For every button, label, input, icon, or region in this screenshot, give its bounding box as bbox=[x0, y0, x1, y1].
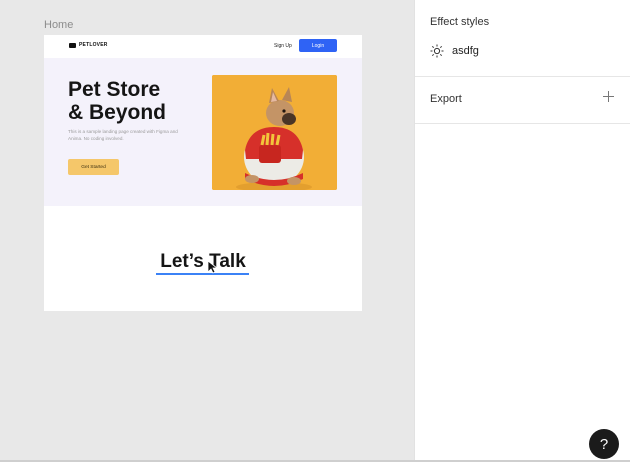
plus-icon[interactable] bbox=[602, 90, 615, 103]
logo[interactable]: PETLOVER bbox=[69, 42, 108, 48]
lets-talk-heading[interactable]: Let’s Talk bbox=[44, 251, 362, 273]
design-canvas[interactable]: Home PETLOVER Sign Up Login Pet Store & … bbox=[0, 0, 414, 462]
home-frame[interactable]: PETLOVER Sign Up Login Pet Store & Beyon… bbox=[44, 35, 362, 311]
mouse-cursor-icon bbox=[207, 260, 217, 274]
lets-talk-section: Let’s Talk bbox=[44, 206, 362, 311]
logo-mark-icon bbox=[69, 42, 76, 48]
effect-style-name: asdfg bbox=[452, 45, 479, 57]
get-started-button[interactable]: Get Started bbox=[68, 159, 119, 175]
hero-dog-image bbox=[212, 75, 337, 190]
effect-styles-title: Effect styles bbox=[430, 16, 490, 28]
export-section: Export bbox=[415, 77, 630, 124]
french-bulldog-illustration bbox=[212, 75, 337, 190]
effect-styles-section: Effect styles asdfg bbox=[415, 0, 630, 77]
logo-text: PETLOVER bbox=[79, 42, 108, 48]
login-button[interactable]: Login bbox=[299, 39, 337, 52]
export-title: Export bbox=[430, 93, 462, 105]
landing-nav: PETLOVER Sign Up Login bbox=[44, 35, 362, 58]
text-selection-underline bbox=[156, 273, 249, 275]
hero-section: Pet Store & Beyond This is a sample land… bbox=[44, 58, 362, 206]
signup-link[interactable]: Sign Up bbox=[274, 43, 292, 49]
right-properties-panel: Effect styles asdfg Export bbox=[414, 0, 630, 462]
help-button[interactable]: ? bbox=[589, 429, 619, 459]
sun-icon bbox=[430, 44, 444, 58]
frame-label[interactable]: Home bbox=[44, 19, 73, 31]
hero-subtitle: This is a sample landing page created wi… bbox=[68, 129, 178, 141]
effect-style-item[interactable]: asdfg bbox=[430, 44, 479, 58]
hero-title: Pet Store & Beyond bbox=[68, 78, 167, 124]
